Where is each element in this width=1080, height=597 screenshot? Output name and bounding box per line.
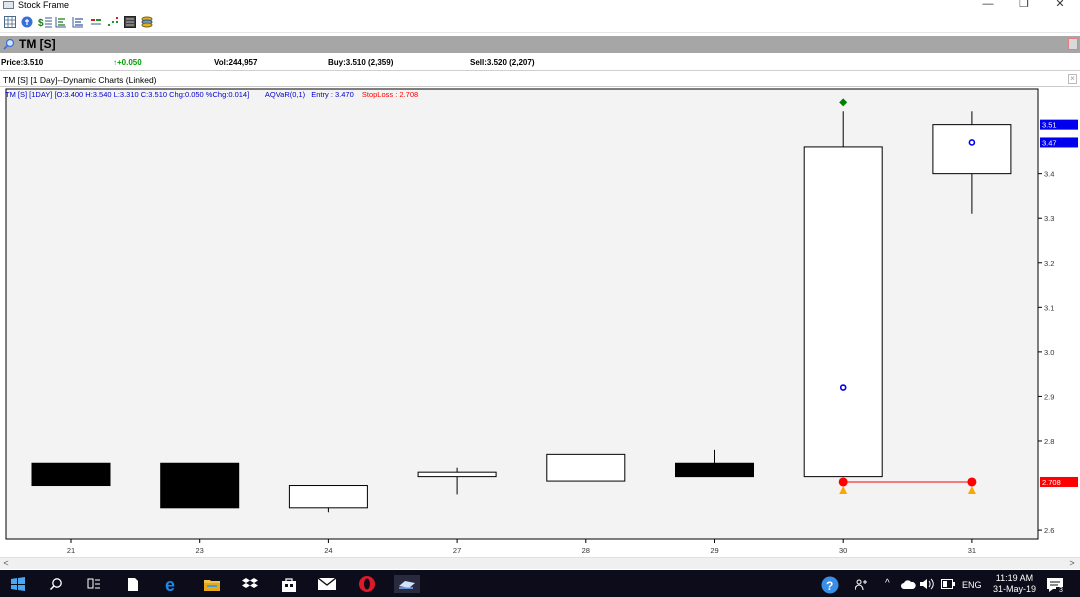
- dots-icon[interactable]: [107, 16, 119, 28]
- quote-sell: Sell:3.520 (2,207): [470, 58, 535, 67]
- indicator-label: AQVaR(0,1): [264, 90, 306, 99]
- grid-icon[interactable]: [4, 16, 16, 28]
- stoploss-marker: [967, 477, 977, 487]
- y-tick-label: 2.6: [1044, 526, 1054, 535]
- x-tick-label: 31: [968, 546, 976, 554]
- window-title: Stock Frame: [18, 0, 70, 10]
- chart-window-label: TM [S] [1 Day]--Dynamic Charts (Linked): [3, 75, 157, 85]
- dropbox-icon[interactable]: [240, 575, 260, 593]
- taskbar: e ? ^ ENG 11:19 AM 31-May-19 3: [0, 570, 1080, 597]
- x-tick-label: 29: [710, 546, 718, 554]
- store-icon[interactable]: [279, 575, 299, 593]
- quote-bar: Price:3.510 ↑+0.050 Vol:244,957 Buy:3.51…: [0, 54, 1080, 71]
- chart-area[interactable]: 3.4 3.3 3.2 3.1 3.0 2.9 2.8 2.6 21 23 24 27 28 29 30 31…: [0, 88, 1080, 555]
- svg-text:?: ?: [826, 579, 833, 593]
- clock-date: 31-May-19: [992, 584, 1036, 594]
- stock-app-icon[interactable]: [394, 575, 420, 593]
- chart-window-title: TM [S] [1 Day]--Dynamic Charts (Linked) …: [0, 73, 1080, 87]
- candle-body: [417, 471, 497, 478]
- restore-button[interactable]: ❐: [1012, 0, 1036, 11]
- close-button[interactable]: ✕: [1048, 0, 1072, 11]
- quote-change: ↑+0.050: [113, 58, 142, 67]
- y-tick-label: 2.8: [1044, 437, 1054, 446]
- y-tick-label: 2.9: [1044, 392, 1054, 401]
- scroll-right-button[interactable]: >: [1066, 558, 1078, 568]
- stoploss-label: StopLoss : 2.708: [361, 90, 419, 99]
- opera-icon[interactable]: [357, 575, 377, 593]
- panel-toggle[interactable]: [1068, 38, 1078, 50]
- y-tick-label: 3.3: [1044, 214, 1054, 223]
- search-icon[interactable]: [3, 38, 15, 50]
- mixed-bars-icon[interactable]: [90, 16, 102, 28]
- search-icon[interactable]: [46, 575, 66, 593]
- toolbar: $: [0, 13, 1080, 33]
- window-titlebar: Stock Frame — ❐ ✕: [0, 0, 1080, 11]
- edge-icon[interactable]: e: [163, 575, 183, 593]
- price-label-text: 2.708: [1042, 478, 1061, 487]
- x-tick-label: 27: [453, 546, 461, 554]
- candlestick-chart[interactable]: 3.4 3.3 3.2 3.1 3.0 2.9 2.8 2.6 21 23 24 27 28 29 30 31…: [0, 88, 1080, 555]
- chart-info-row: TM [S] [1DAY] [O:3.400 H:3.540 L:3.310 C…: [5, 90, 432, 100]
- entry-marker: [839, 384, 847, 391]
- volume-icon[interactable]: [920, 578, 934, 590]
- candle-body: [675, 462, 754, 478]
- x-tick-label: 23: [196, 546, 204, 554]
- svg-text:$: $: [38, 18, 44, 28]
- candle-body: [932, 124, 1012, 175]
- info-icon[interactable]: [21, 16, 33, 28]
- people-icon[interactable]: [855, 578, 869, 592]
- y-tick-label: 3.0: [1044, 348, 1054, 357]
- candle-body: [803, 146, 883, 478]
- x-tick-label: 21: [67, 546, 75, 554]
- quote-buy: Buy:3.510 (2,359): [328, 58, 394, 67]
- symbol-label: TM [S]: [19, 37, 56, 51]
- y-tick-label: 3.4: [1044, 170, 1054, 179]
- quote-volume: Vol:244,957: [214, 58, 258, 67]
- chevron-up-icon[interactable]: ^: [885, 578, 890, 589]
- entry-label: Entry : 3.470: [311, 90, 354, 99]
- file-icon[interactable]: [123, 575, 143, 593]
- level-icon[interactable]: [55, 16, 67, 28]
- clock-time: 11:19 AM: [995, 573, 1034, 583]
- horizontal-scrollbar[interactable]: < >: [0, 557, 1080, 569]
- symbol-bar: TM [S]: [0, 36, 1080, 53]
- x-tick-label: 30: [839, 546, 847, 554]
- cloud-icon[interactable]: [900, 579, 916, 589]
- candle-body: [160, 462, 240, 509]
- minimize-button[interactable]: —: [976, 0, 1000, 11]
- price-label-text: 3.47: [1042, 138, 1057, 147]
- bars-icon[interactable]: [72, 16, 84, 28]
- battery-icon[interactable]: [941, 579, 955, 589]
- help-icon[interactable]: ?: [821, 576, 839, 594]
- app-icon: [3, 1, 14, 9]
- price-table-icon[interactable]: $: [38, 16, 52, 28]
- board-icon[interactable]: [124, 16, 136, 28]
- notification-count: 3: [1056, 587, 1066, 595]
- mail-icon[interactable]: [317, 575, 337, 593]
- svg-text:e: e: [165, 575, 175, 593]
- chart-close-button[interactable]: ×: [1068, 74, 1077, 84]
- scroll-left-button[interactable]: <: [0, 558, 12, 568]
- clock[interactable]: 11:19 AM 31-May-19: [993, 573, 1036, 595]
- y-tick-label: 3.2: [1044, 259, 1054, 268]
- x-tick-label: 24: [324, 546, 332, 554]
- price-label-text: 3.51: [1042, 121, 1057, 130]
- candle-body: [288, 485, 368, 509]
- stoploss-marker: [838, 477, 848, 487]
- candle-body: [546, 453, 626, 482]
- entry-marker: [968, 139, 976, 146]
- file-explorer-icon[interactable]: [202, 575, 222, 593]
- ohlc-readout: TM [S] [1DAY] [O:3.400 H:3.540 L:3.310 C…: [5, 90, 250, 99]
- task-view-icon[interactable]: [84, 575, 104, 593]
- quote-price: Price:3.510: [1, 58, 44, 67]
- x-tick-label: 28: [582, 546, 590, 554]
- layers-icon[interactable]: [141, 16, 153, 28]
- language-indicator[interactable]: ENG: [962, 580, 982, 590]
- y-tick-label: 3.1: [1044, 303, 1054, 312]
- windows-start-icon[interactable]: [8, 575, 28, 593]
- candle-body: [31, 462, 111, 487]
